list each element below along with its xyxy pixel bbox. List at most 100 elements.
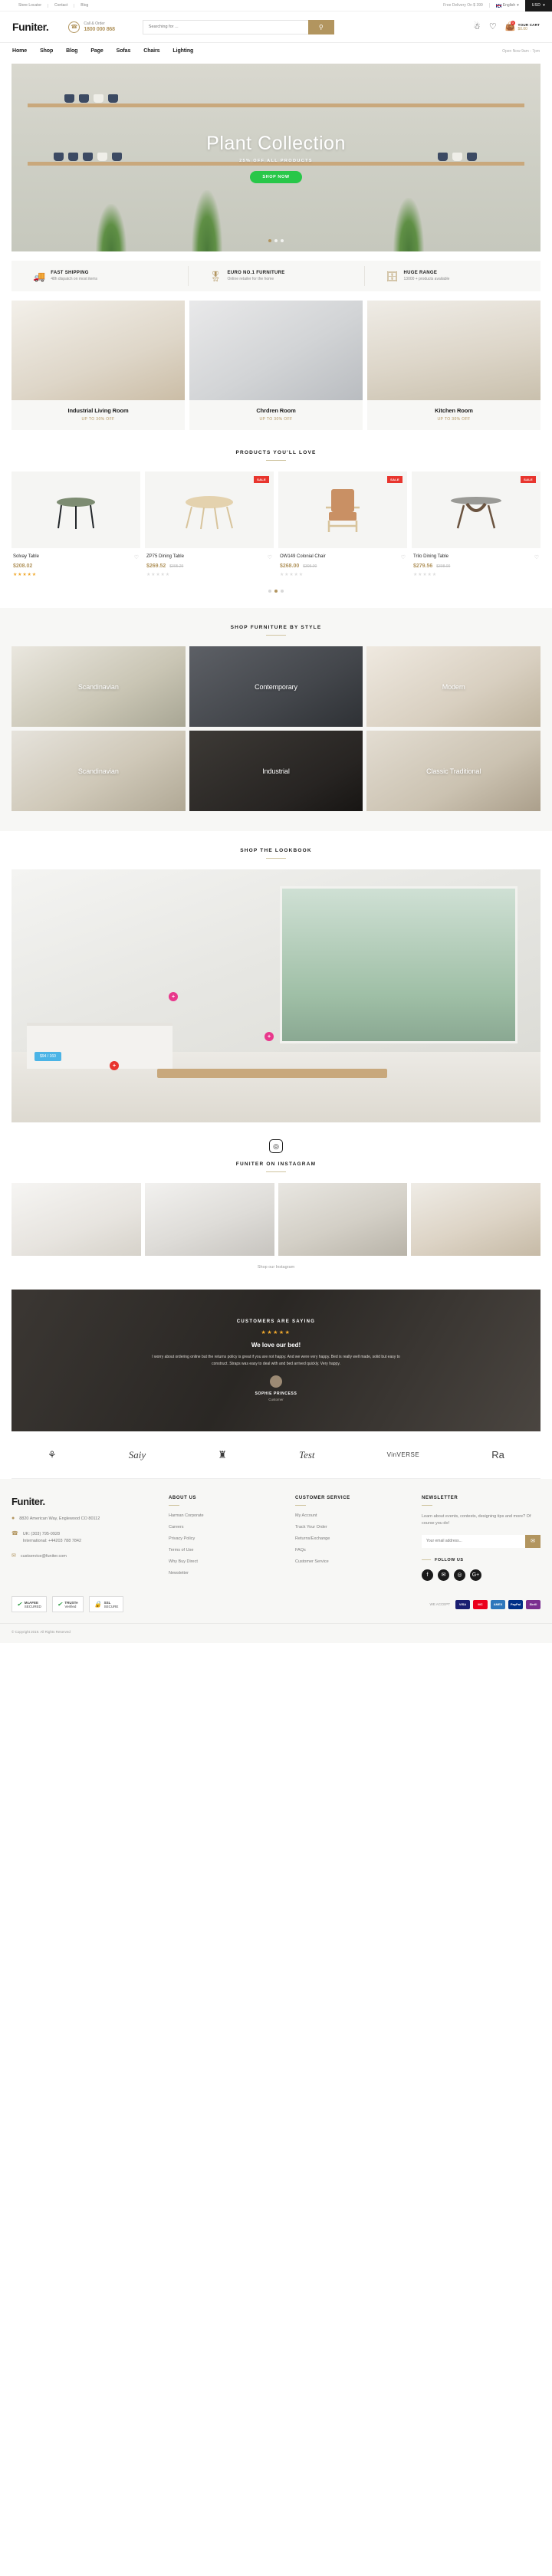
instagram-shop-link[interactable]: Shop our Instagram <box>0 1265 552 1270</box>
footer-logo[interactable]: Funiter. <box>12 1496 169 1507</box>
price-old: $395.00 <box>303 564 317 569</box>
nav-item-shop[interactable]: Shop <box>40 48 53 54</box>
sale-badge: SALE <box>521 476 536 483</box>
shop-now-button[interactable]: SHOP NOW <box>250 170 302 183</box>
style-cell-industrial[interactable]: Industrial <box>189 731 363 811</box>
brand-logo-4[interactable]: Test <box>299 1449 314 1461</box>
award-icon: 🎖 <box>209 270 222 282</box>
carousel-dot-1[interactable] <box>268 239 271 242</box>
style-cell-classic-traditional[interactable]: Classic Traditional <box>366 731 540 811</box>
instagram-post[interactable] <box>12 1183 141 1256</box>
carousel-dot-2[interactable] <box>274 590 278 593</box>
search-input[interactable] <box>142 19 308 34</box>
footer-newsletter-title: NEWSLETTER <box>422 1496 458 1500</box>
top-link-contact[interactable]: Contact <box>48 3 75 8</box>
carousel-dot-2[interactable] <box>274 239 278 242</box>
footer-link-track-your-order[interactable]: Track Your Order <box>295 1525 422 1530</box>
footer-link-harman-corporate[interactable]: Harman Corporate <box>169 1513 295 1518</box>
instagram-post[interactable] <box>411 1183 540 1256</box>
lookbook-hotspot[interactable]: + <box>264 1032 274 1041</box>
facebook-icon[interactable]: f <box>422 1569 433 1581</box>
footer-link-why-buy-direct[interactable]: Why Buy Direct <box>169 1559 295 1564</box>
footer-link-terms-of-use[interactable]: Terms of Use <box>169 1548 295 1552</box>
top-link-store-locator[interactable]: Store Locator <box>12 3 49 8</box>
trust-badges-row: ✔ McAFEE SECURED ✔ TRUSTe Verified 🔒 SSL SE… <box>12 1596 540 1623</box>
lookbook-hotspot[interactable]: + <box>110 1061 119 1070</box>
style-cell-scandinavian[interactable]: Scandinavian <box>12 646 186 727</box>
feature-title: FAST SHIPPING <box>51 271 89 275</box>
testimonial-heading: CUSTOMERS ARE SAYING <box>236 1319 316 1324</box>
lookbook-image[interactable]: + + + $94 / 160 <box>12 869 540 1122</box>
site-logo[interactable]: Funiter. <box>12 21 49 33</box>
currency-selector[interactable]: USD ▾ <box>524 0 552 12</box>
instagram-icon[interactable]: ◎ <box>454 1569 465 1581</box>
nav-item-lighting[interactable]: Lighting <box>172 48 193 54</box>
footer-phone-uk: UK: (303) 795-0928 <box>22 1532 61 1537</box>
category-card-chrdren-room[interactable]: Chrdren Room UP TO 30% OFF <box>189 301 363 430</box>
style-cell-scandinavian-2[interactable]: Scandinavian <box>12 731 186 811</box>
wishlist-heart-icon[interactable]: ♡ <box>534 554 539 560</box>
carousel-dot-3[interactable] <box>281 590 284 593</box>
brand-logo-5[interactable]: VinVERSE <box>387 1451 420 1458</box>
brand-logo-3[interactable]: ♜ <box>218 1449 227 1461</box>
avatar <box>270 1375 282 1388</box>
language-selector[interactable]: English ▾ <box>490 3 525 8</box>
wishlist-heart-icon[interactable]: ♡ <box>268 554 272 560</box>
product-card[interactable]: SALE Trilo Dining Table ♡ $279.56 $398.0… <box>412 472 540 577</box>
products-carousel-dots[interactable] <box>0 590 552 593</box>
newsletter-submit-button[interactable]: ✉ <box>525 1534 540 1548</box>
search-button[interactable]: ⚲ <box>307 19 334 34</box>
payment-visa: VISA <box>455 1599 470 1609</box>
brand-logo-1[interactable]: ⚘ <box>48 1449 57 1461</box>
nav-item-sofas[interactable]: Sofas <box>117 48 131 54</box>
instagram-grid <box>12 1183 540 1256</box>
carousel-dot-1[interactable] <box>268 590 271 593</box>
nav-item-chairs[interactable]: Chairs <box>143 48 159 54</box>
footer-link-newsletter[interactable]: Newsletter <box>169 1571 295 1576</box>
footer-link-returns-exchange[interactable]: Returns/Exchange <box>295 1536 422 1541</box>
chevron-down-icon: ▾ <box>543 3 545 8</box>
product-name: Solvay Table <box>13 554 39 559</box>
hero-carousel-dots[interactable] <box>268 239 284 242</box>
phone-number[interactable]: 1800 000 868 <box>84 27 115 32</box>
lookbook-hotspot[interactable]: + <box>169 992 178 1001</box>
nav-item-page[interactable]: Page <box>90 48 103 54</box>
style-cell-contemporary[interactable]: Contemporary <box>189 646 363 727</box>
instagram-post[interactable] <box>278 1183 408 1256</box>
footer-email[interactable]: custservice@funiter.com <box>21 1553 67 1560</box>
badge-truste-verified: ✔ TRUSTe Verified <box>51 1596 84 1612</box>
search-icon: ⚲ <box>318 23 324 31</box>
wishlist-heart-icon[interactable]: ♡ <box>401 554 406 560</box>
footer-link-careers[interactable]: Careers <box>169 1525 295 1530</box>
twitter-icon[interactable]: ✉ <box>438 1569 449 1581</box>
header-icons: ☃ ♡ 👜 0 YOUR CART $0.00 <box>473 20 540 31</box>
wishlist-heart-icon[interactable]: ♡ <box>489 22 497 31</box>
cart-total: $0.00 <box>518 26 527 31</box>
category-card-kitchen-room[interactable]: Kitchen Room UP TO 30% OFF <box>367 301 540 430</box>
cart-widget[interactable]: 👜 0 YOUR CART $0.00 <box>505 20 540 31</box>
footer-address: 8820 American Way, Englewood CO 80112 <box>19 1516 100 1521</box>
footer-link-faqs[interactable]: FAQs <box>295 1548 422 1552</box>
nav-item-home[interactable]: Home <box>12 48 27 54</box>
style-cell-modern[interactable]: Modern <box>366 646 540 727</box>
newsletter-email-input[interactable] <box>422 1534 525 1548</box>
top-link-blog[interactable]: Blog <box>74 3 94 8</box>
google-plus-icon[interactable]: G+ <box>470 1569 481 1581</box>
products-section: PRODUCTS YOU'LL LOVE Solvay Table ♡ $208… <box>0 450 552 593</box>
product-card[interactable]: SALE OW149 Colonial Chair ♡ $268.00 $395… <box>278 472 407 577</box>
carousel-dot-3[interactable] <box>281 239 284 242</box>
lookbook-price-tag[interactable]: $94 / 160 <box>34 1052 61 1061</box>
nav-item-blog[interactable]: Blog <box>66 48 77 54</box>
category-card-industrial-living-room[interactable]: Industrial Living Room UP TO 30% OFF <box>12 301 185 430</box>
brand-logo-6[interactable]: Rа <box>491 1449 504 1460</box>
footer-link-customer-service[interactable]: Customer Service <box>295 1559 422 1564</box>
account-icon[interactable]: ☃ <box>473 22 481 31</box>
product-card[interactable]: Solvay Table ♡ $208.02 ★★★★★ <box>12 472 140 577</box>
style-label: Classic Traditional <box>426 767 481 775</box>
instagram-post[interactable] <box>144 1183 274 1256</box>
product-card[interactable]: SALE ZP75 Dining Table ♡ $269.52 $395.29… <box>145 472 274 577</box>
brand-logo-2[interactable]: Saiy <box>129 1449 146 1461</box>
wishlist-heart-icon[interactable]: ♡ <box>134 554 139 560</box>
footer-link-my-account[interactable]: My Account <box>295 1513 422 1518</box>
footer-link-privacy-policy[interactable]: Privacy Policy <box>169 1536 295 1541</box>
